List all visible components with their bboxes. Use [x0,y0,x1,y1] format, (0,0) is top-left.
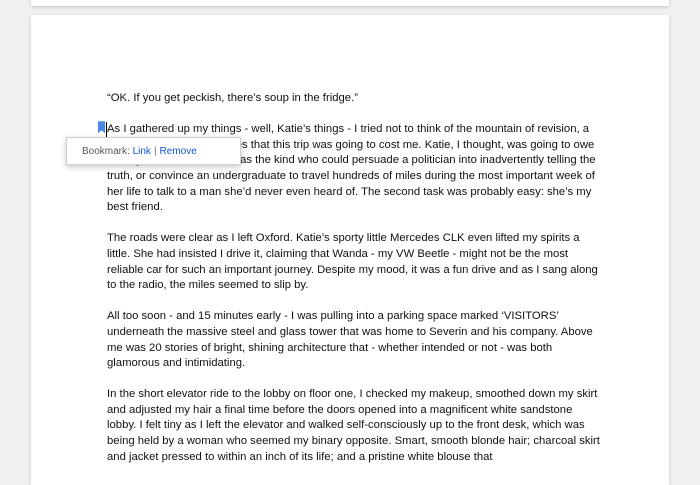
bookmark-icon[interactable] [98,121,105,134]
paragraph-5[interactable]: In the short elevator ride to the lobby … [107,387,602,465]
bookmark-label: Bookmark: [82,146,130,157]
previous-page-edge [31,0,669,6]
bookmark-separator: | [153,146,157,157]
bookmark-link-button[interactable]: Link [133,146,151,157]
bookmark-popup: Bookmark: Link | Remove [66,137,241,165]
text-cursor [106,122,107,138]
document-page[interactable]: “OK. If you get peckish, there’s soup in… [31,15,669,485]
bookmark-remove-button[interactable]: Remove [160,146,197,157]
paragraph-1[interactable]: “OK. If you get peckish, there’s soup in… [107,91,602,107]
paragraph-4[interactable]: All too soon - and 15 minutes early - I … [107,309,602,371]
paragraph-3[interactable]: The roads were clear as I left Oxford. K… [107,231,602,293]
